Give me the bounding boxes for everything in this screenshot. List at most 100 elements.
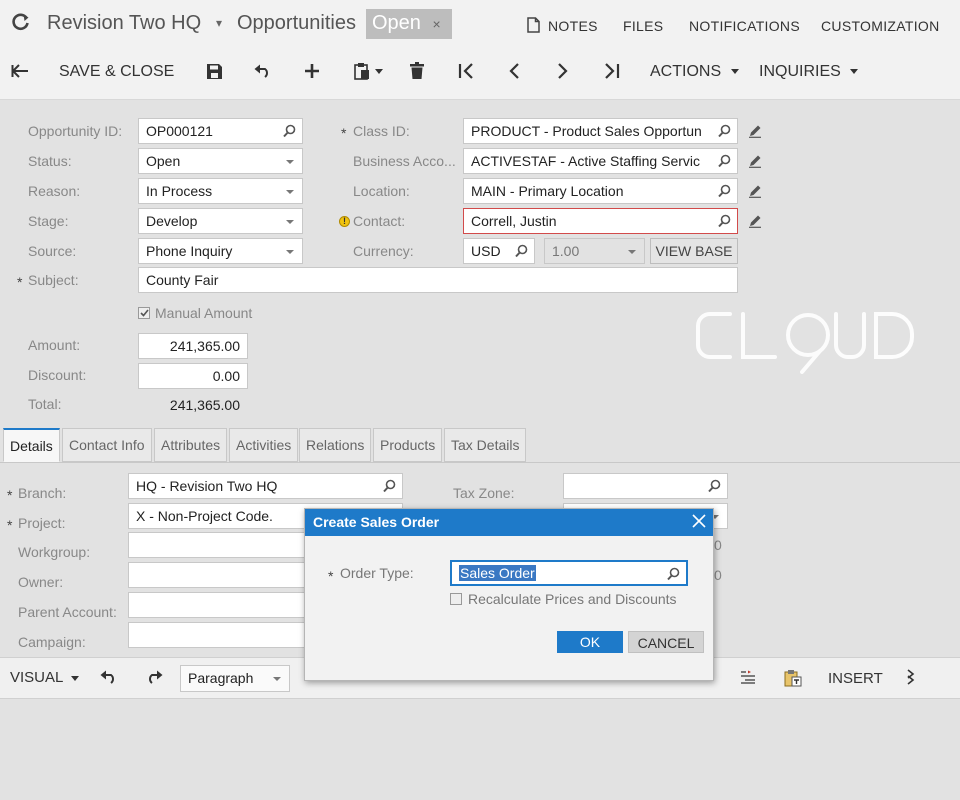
currency-field[interactable]: USD xyxy=(463,238,535,264)
actions-menu[interactable]: ACTIONS xyxy=(650,63,739,81)
next-record-icon[interactable] xyxy=(552,60,574,82)
save-icon[interactable] xyxy=(203,60,225,82)
paste-text-icon[interactable] xyxy=(784,669,802,692)
search-icon[interactable] xyxy=(718,214,731,231)
currency-value: USD xyxy=(471,243,501,259)
company-name[interactable]: Revision Two HQ xyxy=(47,12,201,35)
actions-label: ACTIONS xyxy=(650,63,722,80)
edit-pencil-icon[interactable] xyxy=(748,154,762,173)
search-icon[interactable] xyxy=(718,154,731,171)
tab-tax-details[interactable]: Tax Details xyxy=(444,428,527,462)
tab-attributes[interactable]: Attributes xyxy=(154,428,228,462)
view-base-button[interactable]: VIEW BASE xyxy=(650,238,738,264)
manual-amount-checkbox[interactable]: Manual Amount xyxy=(138,305,252,321)
tab-relations[interactable]: Relations xyxy=(299,428,372,462)
undo-icon[interactable] xyxy=(252,60,274,82)
editor-undo-icon[interactable] xyxy=(100,670,118,689)
stage-label: Stage: xyxy=(28,213,69,229)
class-id-required-mark: * xyxy=(341,125,347,141)
visual-mode-toggle[interactable]: VISUAL xyxy=(10,669,79,686)
customization-link[interactable]: CUSTOMIZATION xyxy=(821,18,940,34)
ok-button[interactable]: OK xyxy=(557,631,623,653)
edit-pencil-icon[interactable] xyxy=(748,184,762,203)
search-icon[interactable] xyxy=(667,567,680,584)
summary-area: Opportunity ID: Status: Reason: Stage: S… xyxy=(0,101,960,427)
tab-products[interactable]: Products xyxy=(373,428,443,462)
save-close-button[interactable]: SAVE & CLOSE xyxy=(59,63,174,81)
currency-rate-select[interactable]: 1.00 xyxy=(544,238,645,264)
stage-value: Develop xyxy=(146,213,198,229)
close-icon[interactable] xyxy=(692,514,706,531)
previous-record-icon[interactable] xyxy=(503,60,525,82)
notes-link[interactable]: NOTES xyxy=(548,18,598,34)
editor-content-area[interactable] xyxy=(0,700,960,800)
edit-pencil-icon[interactable] xyxy=(748,214,762,233)
opportunity-id-field[interactable]: OP000121 xyxy=(138,118,303,144)
stage-select[interactable]: Develop xyxy=(138,208,303,234)
branch-value: HQ - Revision Two HQ xyxy=(136,478,278,494)
tax-zone-label: Tax Zone: xyxy=(453,485,515,501)
reason-select[interactable]: In Process xyxy=(138,178,303,204)
campaign-label: Campaign: xyxy=(18,634,86,650)
search-icon[interactable] xyxy=(718,124,731,141)
business-account-field[interactable]: ACTIVESTAF - Active Staffing Servic xyxy=(463,148,738,174)
screen-title: Opportunities xyxy=(237,12,356,34)
search-icon[interactable] xyxy=(283,124,296,141)
paste-chevron-icon[interactable] xyxy=(375,69,383,74)
tab-contact-info[interactable]: Contact Info xyxy=(62,428,152,462)
search-icon[interactable] xyxy=(383,479,396,496)
total-label: Total: xyxy=(28,396,62,412)
status-select[interactable]: Open xyxy=(138,148,303,174)
tab-details[interactable]: Details xyxy=(3,428,60,462)
business-account-label: Business Acco... xyxy=(353,153,456,169)
editor-redo-icon[interactable] xyxy=(145,670,163,689)
tab-activities[interactable]: Activities xyxy=(229,428,299,462)
source-select[interactable]: Phone Inquiry xyxy=(138,238,303,264)
align-icon[interactable] xyxy=(740,670,756,689)
contact-label: Contact: xyxy=(353,213,406,229)
more-chevron-icon[interactable] xyxy=(906,669,918,690)
order-type-field[interactable]: Sales Order xyxy=(450,560,688,586)
last-record-icon[interactable] xyxy=(601,60,623,82)
class-id-value: PRODUCT - Product Sales Opportun xyxy=(471,123,702,139)
manual-amount-label: Manual Amount xyxy=(155,305,253,321)
search-icon[interactable] xyxy=(708,479,721,496)
branch-field[interactable]: HQ - Revision Two HQ xyxy=(128,473,403,499)
delete-icon[interactable] xyxy=(406,60,428,82)
checkbox-checked-icon[interactable] xyxy=(138,307,150,319)
notifications-link[interactable]: NOTIFICATIONS xyxy=(689,18,800,34)
source-label: Source: xyxy=(28,243,77,259)
discount-field[interactable]: 0.00 xyxy=(138,363,248,389)
cancel-button[interactable]: CANCEL xyxy=(628,631,704,653)
status-close-icon[interactable]: × xyxy=(433,16,441,32)
chevron-down-icon xyxy=(286,190,294,194)
recalculate-checkbox[interactable]: Recalculate Prices and Discounts xyxy=(450,591,677,607)
dialog-title: Create Sales Order xyxy=(313,514,440,530)
search-icon[interactable] xyxy=(515,244,528,261)
amount-field[interactable]: 241,365.00 xyxy=(138,333,248,359)
back-icon[interactable] xyxy=(9,60,31,82)
company-dropdown-icon[interactable]: ▾ xyxy=(216,16,222,30)
files-link[interactable]: FILES xyxy=(623,18,663,34)
add-icon[interactable] xyxy=(301,60,323,82)
insert-menu[interactable]: INSERT xyxy=(828,670,883,687)
location-field[interactable]: MAIN - Primary Location xyxy=(463,178,738,204)
refresh-icon[interactable] xyxy=(11,12,31,37)
inquiries-menu[interactable]: INQUIRIES xyxy=(759,63,859,81)
paste-icon[interactable] xyxy=(351,60,373,82)
tax-zone-field[interactable] xyxy=(563,473,728,499)
workgroup-label: Workgroup: xyxy=(18,544,91,560)
contact-field[interactable]: Correll, Justin xyxy=(463,208,738,234)
chevron-down-icon xyxy=(286,220,294,224)
contact-value: Correll, Justin xyxy=(471,213,557,229)
checkbox-unchecked-icon[interactable] xyxy=(450,593,462,605)
edit-pencil-icon[interactable] xyxy=(748,124,762,143)
subject-label: Subject: xyxy=(28,272,79,288)
subject-field[interactable]: County Fair xyxy=(138,267,738,293)
opportunity-id-label: Opportunity ID: xyxy=(28,123,123,139)
status-badge-label: Open xyxy=(372,12,421,34)
first-record-icon[interactable] xyxy=(455,60,477,82)
class-id-field[interactable]: PRODUCT - Product Sales Opportun xyxy=(463,118,738,144)
search-icon[interactable] xyxy=(718,184,731,201)
paragraph-style-select[interactable]: Paragraph xyxy=(180,665,290,692)
